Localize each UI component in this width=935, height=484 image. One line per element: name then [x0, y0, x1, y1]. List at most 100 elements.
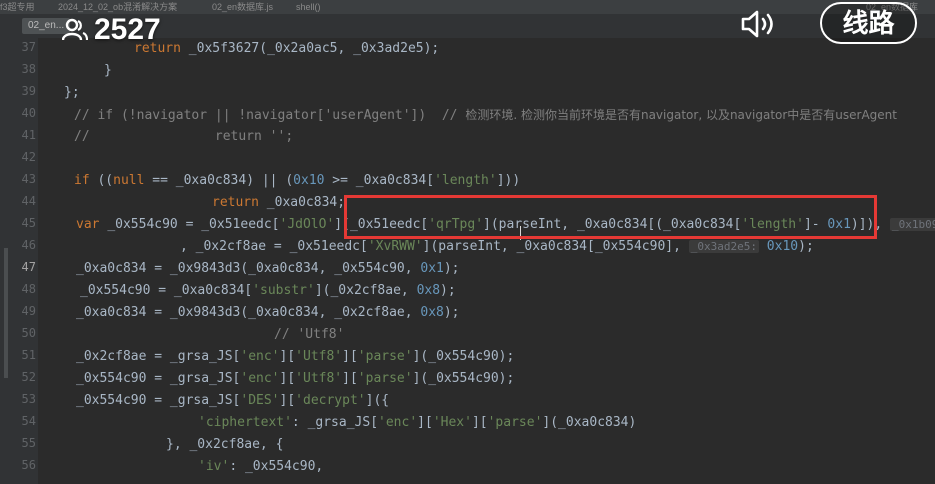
- token: return: [212, 195, 267, 210]
- token: ](parseInt, _0xa0c834[_0x554c90],: [422, 239, 681, 254]
- code-line-55: }, _0x2cf8ae, {: [166, 434, 283, 456]
- token: null: [113, 173, 145, 188]
- speaker-icon[interactable]: [740, 8, 784, 40]
- code-line-39: };: [64, 82, 80, 104]
- token: == _0xa0c834) || (: [144, 173, 294, 188]
- code-line-47: _0xa0c834 = _0x9843d3(_0xa0c834, _0x554c…: [76, 258, 460, 280]
- token: ](_0x554c90);: [412, 371, 515, 386]
- code-line-37: return _0x5f3627(_0x2a0ac5, _0x3ad2e5);: [134, 38, 439, 60]
- line-number: 55: [21, 436, 36, 450]
- tab-function[interactable]: shell(): [296, 0, 321, 14]
- token: _0xa0c834 = _0x9843d3(_0xa0c834, _0x554c…: [76, 261, 421, 276]
- token: ][: [279, 393, 296, 408]
- token: ])): [496, 173, 521, 188]
- token: 'parse': [487, 415, 543, 430]
- token: _0x554c90 = _grsa_JS[: [76, 393, 241, 408]
- token: ](_0xa0c834): [542, 415, 637, 430]
- token: );: [443, 261, 460, 276]
- code-line-50: // 'Utf8': [274, 324, 344, 346]
- token: 'Utf8': [295, 371, 343, 386]
- current-line-number: 47: [21, 260, 36, 274]
- token: ](_0x554c90);: [412, 349, 515, 364]
- token: // if (!navigator || !navigator['userAge…: [74, 108, 466, 123]
- token: 'enc': [240, 371, 280, 386]
- token: ](_0x2cf8ae,: [314, 283, 417, 298]
- token: 'iv': [198, 459, 230, 474]
- line-number: 54: [21, 414, 36, 428]
- token: : _grsa_JS[: [291, 415, 379, 430]
- token: }: [104, 63, 112, 78]
- line-number: 56: [21, 458, 36, 472]
- token: _0x554c90 = _0x51eedc[: [107, 217, 280, 232]
- token: 'Hex': [432, 415, 472, 430]
- token: // return '';: [74, 129, 294, 144]
- tab-project[interactable]: f3超专用: [0, 0, 35, 14]
- token: );: [440, 283, 456, 298]
- line-number: 41: [21, 128, 36, 142]
- line-number: 52: [21, 370, 36, 384]
- token: if: [74, 173, 98, 188]
- code-line-46: , _0x2cf8ae = _0x51eedc['XvRWW'](parseIn…: [180, 236, 814, 258]
- token: // 'Utf8': [274, 327, 345, 342]
- users-icon: [62, 18, 88, 41]
- token: ][: [342, 349, 358, 364]
- code-line-56: 'iv': _0x554c90,: [198, 456, 323, 478]
- code-line-53: _0x554c90 = _grsa_JS['DES']['decrypt']({: [76, 390, 389, 412]
- code-line-44: return _0xa0c834;: [212, 192, 345, 214]
- viewer-count: 2527: [94, 13, 161, 46]
- code-line-51: _0x2cf8ae = _grsa_JS['enc']['Utf8']['par…: [76, 346, 514, 368]
- token: 'substr': [252, 283, 315, 298]
- token: _0xa0c834 = _0x9843d3(_0xa0c834, _0x2cf8…: [76, 305, 421, 320]
- line-number: 49: [21, 304, 36, 318]
- token: _0x554c90 = _grsa_JS[: [76, 371, 241, 386]
- token: 'parse': [357, 349, 413, 364]
- token: _0x554c90 = _0xa0c834[: [80, 283, 253, 298]
- token: , _0x2cf8ae = _0x51eedc[: [180, 239, 368, 254]
- line-number: 39: [21, 84, 36, 98]
- token: 检测环境. 检测你当前环境是否有navigator, 以及navigator中是…: [465, 108, 897, 122]
- code-line-54: 'ciphertext': _grsa_JS['enc']['Hex']['pa…: [198, 412, 636, 434]
- token: 'decrypt': [295, 393, 366, 408]
- line-number: 53: [21, 392, 36, 406]
- line-number: 38: [21, 62, 36, 76]
- token: _0xa0c834;: [266, 195, 346, 210]
- token: ][: [471, 415, 488, 430]
- line-number: 51: [21, 348, 36, 362]
- token: 'length': [434, 173, 497, 188]
- route-button[interactable]: 线路: [820, 2, 917, 44]
- token: 'ciphertext': [198, 415, 292, 430]
- line-number: 43: [21, 172, 36, 186]
- token: 0x1: [420, 261, 444, 276]
- token: : _0x554c90,: [229, 459, 324, 474]
- token: 'parse': [357, 371, 413, 386]
- token: ]({: [365, 393, 390, 408]
- token: 'JdOlO': [279, 217, 335, 232]
- line-number: 48: [21, 282, 36, 296]
- line-number: 44: [21, 194, 36, 208]
- line-number: 42: [21, 150, 36, 164]
- line-number: 37: [21, 40, 36, 54]
- token: ][: [417, 415, 433, 430]
- line-number: 50: [21, 326, 36, 340]
- token: 'enc': [240, 349, 280, 364]
- token: _0x5f3627(_0x2a0ac5, _0x3ad2e5);: [188, 41, 440, 56]
- tab-file[interactable]: 02_en数据库.js: [212, 0, 273, 14]
- token: 'enc': [378, 415, 418, 430]
- code-line-38: }: [104, 60, 112, 82]
- token: ((: [97, 173, 114, 188]
- code-line-40: // if (!navigator || !navigator['userAge…: [74, 104, 897, 126]
- scroll-marker: [4, 248, 8, 378]
- token: >= _0xa0c834[: [324, 173, 435, 188]
- code-line-43: if ((null == _0xa0c834) || (0x10 >= _0xa…: [74, 170, 520, 192]
- token: var: [76, 217, 108, 232]
- token: ][: [279, 371, 296, 386]
- highlight-box: [344, 195, 877, 239]
- viewer-counter: 2527: [62, 8, 161, 52]
- code-line-52: _0x554c90 = _grsa_JS['enc']['Utf8']['par…: [76, 368, 514, 390]
- token: );: [443, 305, 460, 320]
- code-line-49: _0xa0c834 = _0x9843d3(_0xa0c834, _0x2cf8…: [76, 302, 460, 324]
- line-number: 45: [21, 216, 36, 230]
- code-line-41: // return '';: [74, 126, 293, 148]
- token: 0x10: [293, 173, 325, 188]
- token: 0x8: [416, 283, 441, 298]
